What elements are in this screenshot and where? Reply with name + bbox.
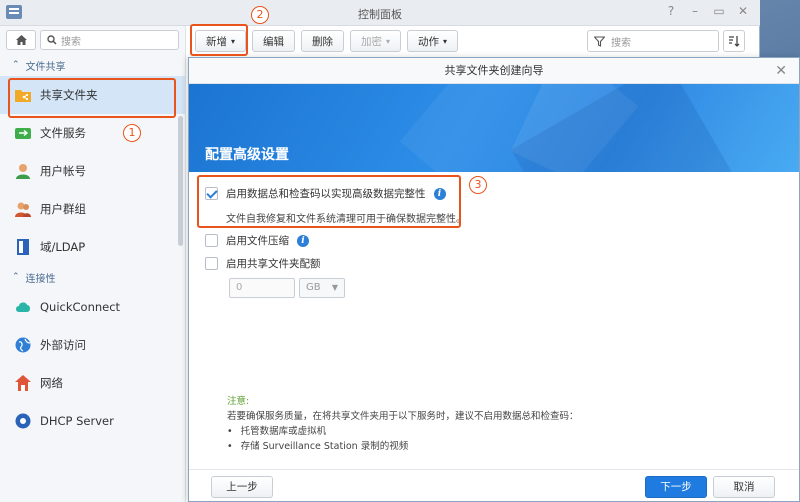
sidebar-item-quickconnect[interactable]: QuickConnect	[0, 288, 185, 326]
window-title: 控制面板	[358, 8, 402, 21]
dialog-title: 共享文件夹创建向导	[444, 64, 544, 77]
notice-section: 注意: 若要确保服务质量，在将共享文件夹用于以下服务时，建议不启用数据总和检查码…	[227, 394, 579, 454]
quota-label: 启用共享文件夹配额	[226, 258, 321, 270]
dialog-close-icon[interactable]: ✕	[775, 58, 787, 84]
dialog-banner: 配置高级设置	[189, 84, 799, 172]
annotation-marker-2: 2	[251, 6, 269, 24]
quickconnect-icon	[14, 298, 32, 316]
sidebar-item-domain-ldap[interactable]: 域/LDAP	[0, 228, 185, 266]
sidebar-item-network[interactable]: 网络	[0, 364, 185, 402]
sort-icon	[729, 36, 740, 47]
quota-checkbox[interactable]	[205, 257, 218, 270]
sidebar-item-label: 域/LDAP	[40, 240, 86, 254]
caret-down-icon: ▾	[386, 36, 391, 46]
sidebar-item-label: 文件服务	[40, 126, 86, 140]
section-label: 文件共享	[25, 61, 66, 73]
annotation-marker-3: 3	[469, 176, 487, 194]
compression-checkbox[interactable]	[205, 234, 218, 247]
encrypt-label: 加密	[361, 35, 383, 48]
sidebar-item-label: 用户帐号	[40, 164, 86, 178]
action-button[interactable]: 动作 ▾	[407, 30, 459, 52]
delete-label: 删除	[312, 35, 334, 48]
quota-unit-select[interactable]: GB ▼	[299, 278, 345, 298]
cancel-button[interactable]: 取消	[713, 476, 775, 498]
annotation-marker-1: 1	[123, 124, 141, 142]
file-services-icon	[14, 124, 32, 142]
info-icon[interactable]: i	[297, 234, 309, 247]
sidebar-item-external-access[interactable]: 外部访问	[0, 326, 185, 364]
shared-folder-wizard-dialog: 共享文件夹创建向导 ✕ 配置高级设置 启用数据总和检查码以实现高级数据完整性 i…	[188, 57, 800, 502]
notice-text: 若要确保服务质量，在将共享文件夹用于以下服务时，建议不启用数据总和检查码：	[227, 411, 579, 422]
section-label: 连接性	[25, 273, 56, 285]
filter-icon	[594, 35, 605, 47]
toolbar: 新增 ▾ 编辑 删除 加密 ▾ 动作 ▾ 搜索	[187, 26, 760, 56]
user-icon	[14, 162, 32, 180]
dhcp-icon	[14, 412, 32, 430]
sidebar-item-label: 网络	[40, 376, 63, 390]
action-label: 动作	[418, 35, 440, 48]
sidebar-item-user[interactable]: 用户帐号	[0, 152, 185, 190]
close-icon[interactable]: ✕	[736, 4, 750, 18]
notice-list: 托管数据库或虚拟机 存储 Surveillance Station 录制的视频	[227, 424, 579, 454]
chevron-up-icon: ⌃	[12, 272, 20, 282]
edit-button[interactable]: 编辑	[252, 30, 296, 52]
sidebar-item-file-services[interactable]: 文件服务	[0, 114, 185, 152]
sidebar-scrollbar[interactable]	[178, 116, 183, 246]
edit-label: 编辑	[263, 35, 285, 48]
external-access-icon	[14, 336, 32, 354]
highlight-shared-folder	[8, 78, 176, 118]
domain-icon	[14, 238, 32, 256]
home-icon	[15, 35, 27, 45]
sidebar-item-group[interactable]: 用户群组	[0, 190, 185, 228]
caret-down-icon: ▼	[331, 283, 338, 292]
section-connectivity[interactable]: ⌃ 连接性	[0, 266, 185, 288]
delete-button[interactable]: 删除	[301, 30, 345, 52]
list-item: 托管数据库或虚拟机	[227, 424, 579, 439]
sidebar-item-label: 外部访问	[40, 338, 86, 352]
section-file-sharing[interactable]: ⌃ 文件共享	[0, 54, 185, 76]
sidebar-item-label: QuickConnect	[40, 300, 121, 314]
sidebar-item-dhcp-server[interactable]: DHCP Server	[0, 402, 185, 440]
quota-unit-value: GB	[306, 282, 321, 293]
window-controls: ? – ▭ ✕	[664, 4, 750, 18]
maximize-icon[interactable]: ▭	[712, 4, 726, 18]
filter-search-input[interactable]: 搜索	[587, 30, 719, 52]
highlight-checksum-option	[197, 175, 461, 228]
title-bar: 控制面板 ? – ▭ ✕	[0, 0, 760, 26]
step-heading: 配置高级设置	[205, 147, 289, 163]
sidebar-search-input[interactable]: 搜索	[40, 30, 179, 50]
next-button[interactable]: 下一步	[645, 476, 707, 498]
search-icon	[47, 35, 57, 45]
home-button[interactable]	[6, 30, 36, 50]
chevron-up-icon: ⌃	[12, 60, 20, 70]
filter-search-placeholder: 搜索	[611, 37, 631, 49]
notice-title: 注意:	[227, 396, 250, 407]
help-icon[interactable]: ?	[664, 4, 678, 18]
quota-option[interactable]: 启用共享文件夹配额	[205, 256, 321, 271]
sidebar-item-label: DHCP Server	[40, 414, 114, 428]
compression-label: 启用文件压缩	[226, 235, 289, 247]
dialog-title-bar: 共享文件夹创建向导 ✕	[189, 58, 799, 84]
compression-option[interactable]: 启用文件压缩 i	[205, 233, 309, 248]
sidebar-search-placeholder: 搜索	[61, 36, 81, 48]
caret-down-icon: ▾	[443, 36, 448, 46]
sort-button[interactable]	[723, 30, 745, 52]
list-item: 存储 Surveillance Station 录制的视频	[227, 439, 579, 454]
highlight-create-button	[190, 24, 248, 56]
quota-value-input[interactable]: 0	[229, 278, 295, 298]
sidebar-item-label: 用户群组	[40, 202, 86, 216]
back-button[interactable]: 上一步	[211, 476, 273, 498]
dialog-footer: 上一步 下一步 取消	[189, 469, 799, 501]
encrypt-button[interactable]: 加密 ▾	[350, 30, 402, 52]
minimize-icon[interactable]: –	[688, 4, 702, 18]
group-icon	[14, 200, 32, 218]
network-icon	[14, 374, 32, 392]
